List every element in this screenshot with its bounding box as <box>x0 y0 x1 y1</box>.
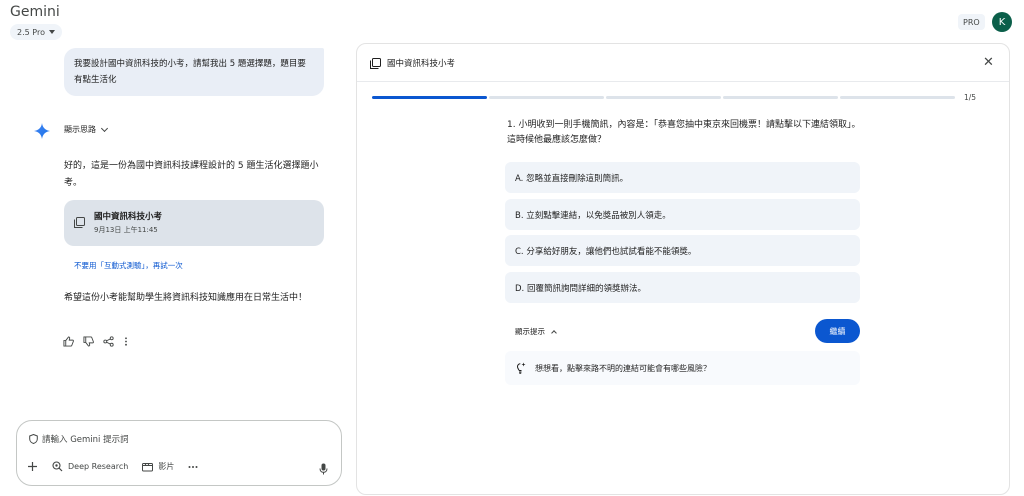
quiz-doc-icon <box>74 217 85 228</box>
shield-icon <box>29 434 38 444</box>
video-label: 影片 <box>158 462 175 471</box>
hint-toggle-label: 顯示提示 <box>515 327 545 336</box>
feedback-bar <box>63 336 129 347</box>
continue-button[interactable]: 繼續 <box>815 319 860 343</box>
caret-down-icon <box>48 30 55 34</box>
hint-text: 想想看，點擊來路不明的連結可能會有哪些風險？ <box>535 364 711 373</box>
close-icon[interactable]: ✕ <box>983 55 994 70</box>
quiz-card[interactable]: 國中資訊科技小考 9月13日 上午11:45 <box>64 200 324 246</box>
thumb-down-icon[interactable] <box>83 336 94 347</box>
option-b[interactable]: B. 立刻點擊連結，以免獎品被別人領走。 <box>505 199 860 230</box>
pro-badge: PRO <box>958 14 985 30</box>
quiz-doc-icon <box>370 58 381 69</box>
option-c[interactable]: C. 分享給好朋友，讓他們也試試看能不能領獎。 <box>505 235 860 266</box>
panel-header: 國中資訊科技小考 ✕ <box>357 44 1009 82</box>
option-a[interactable]: A. 忽略並直接刪除這則簡訊。 <box>505 162 860 193</box>
thumb-up-icon[interactable] <box>63 336 74 347</box>
prompt-placeholder: 請輸入 Gemini 提示詞 <box>42 435 129 445</box>
chevron-up-icon <box>551 329 557 336</box>
mic-icon[interactable] <box>319 463 328 475</box>
progress-segment <box>723 96 838 99</box>
add-button[interactable] <box>27 461 38 472</box>
more-horizontal-icon <box>188 465 198 468</box>
progress-segment <box>489 96 604 99</box>
progress-segment <box>372 96 487 99</box>
quiz-card-title: 國中資訊科技小考 <box>94 212 163 222</box>
progress-bar <box>372 96 955 99</box>
lightbulb-icon <box>516 362 526 374</box>
video-button[interactable]: 影片 <box>142 461 174 472</box>
model-selector[interactable]: 2.5 Pro <box>10 24 62 40</box>
more-icon[interactable] <box>123 336 129 347</box>
hint-box: 想想看，點擊來路不明的連結可能會有哪些風險？ <box>505 351 860 385</box>
gemini-star-icon <box>34 123 50 139</box>
share-icon[interactable] <box>103 336 114 347</box>
avatar[interactable]: K <box>992 12 1012 32</box>
plus-icon <box>28 462 37 471</box>
model-label: 2.5 Pro <box>17 27 45 37</box>
deep-research-icon <box>52 461 63 472</box>
thinking-label: 顯示思路 <box>64 125 96 134</box>
progress-segment <box>606 96 721 99</box>
response-text: 好的，這是一份為國中資訊科技課程設計的 5 題生活化選擇題小考。 <box>64 161 319 188</box>
quiz-panel: 國中資訊科技小考 ✕ 1/5 1. 小明收到一則手機簡訊，內容是：「恭喜您抽中東… <box>356 43 1010 495</box>
progress-count: 1/5 <box>964 93 977 102</box>
prompt-input[interactable]: 請輸入 Gemini 提示詞 <box>29 433 129 445</box>
video-icon <box>142 462 154 471</box>
show-hint-toggle[interactable]: 顯示提示 <box>515 326 557 337</box>
panel-title: 國中資訊科技小考 <box>387 59 456 69</box>
closing-text: 希望這份小考能幫助學生將資訊科技知識應用在日常生活中！ <box>64 293 308 303</box>
deep-research-label: Deep Research <box>68 462 129 471</box>
chevron-down-icon <box>100 124 109 132</box>
prompt-input-box[interactable]: 請輸入 Gemini 提示詞 Deep Research 影片 <box>16 420 342 486</box>
deep-research-button[interactable]: Deep Research <box>52 461 128 472</box>
option-d[interactable]: D. 回覆簡訊詢問詳細的領獎辦法。 <box>505 272 860 303</box>
input-toolbar: Deep Research 影片 <box>27 461 198 472</box>
quiz-card-timestamp: 9月13日 上午11:45 <box>94 226 158 234</box>
more-tools-button[interactable] <box>188 465 198 469</box>
question-text: 1. 小明收到一則手機簡訊，內容是：「恭喜您抽中東京來回機票！請點擊以下連結領取… <box>507 120 861 145</box>
user-message: 我要設計國中資訊科技的小考，請幫我出 5 題選擇題，題目要有點生活化 <box>64 48 324 96</box>
retry-link[interactable]: 不要用「互動式測驗」，再試一次 <box>74 260 183 271</box>
progress-segment <box>840 96 955 99</box>
show-thinking-toggle[interactable]: 顯示思路 <box>64 124 109 135</box>
app-title: Gemini <box>10 4 60 20</box>
